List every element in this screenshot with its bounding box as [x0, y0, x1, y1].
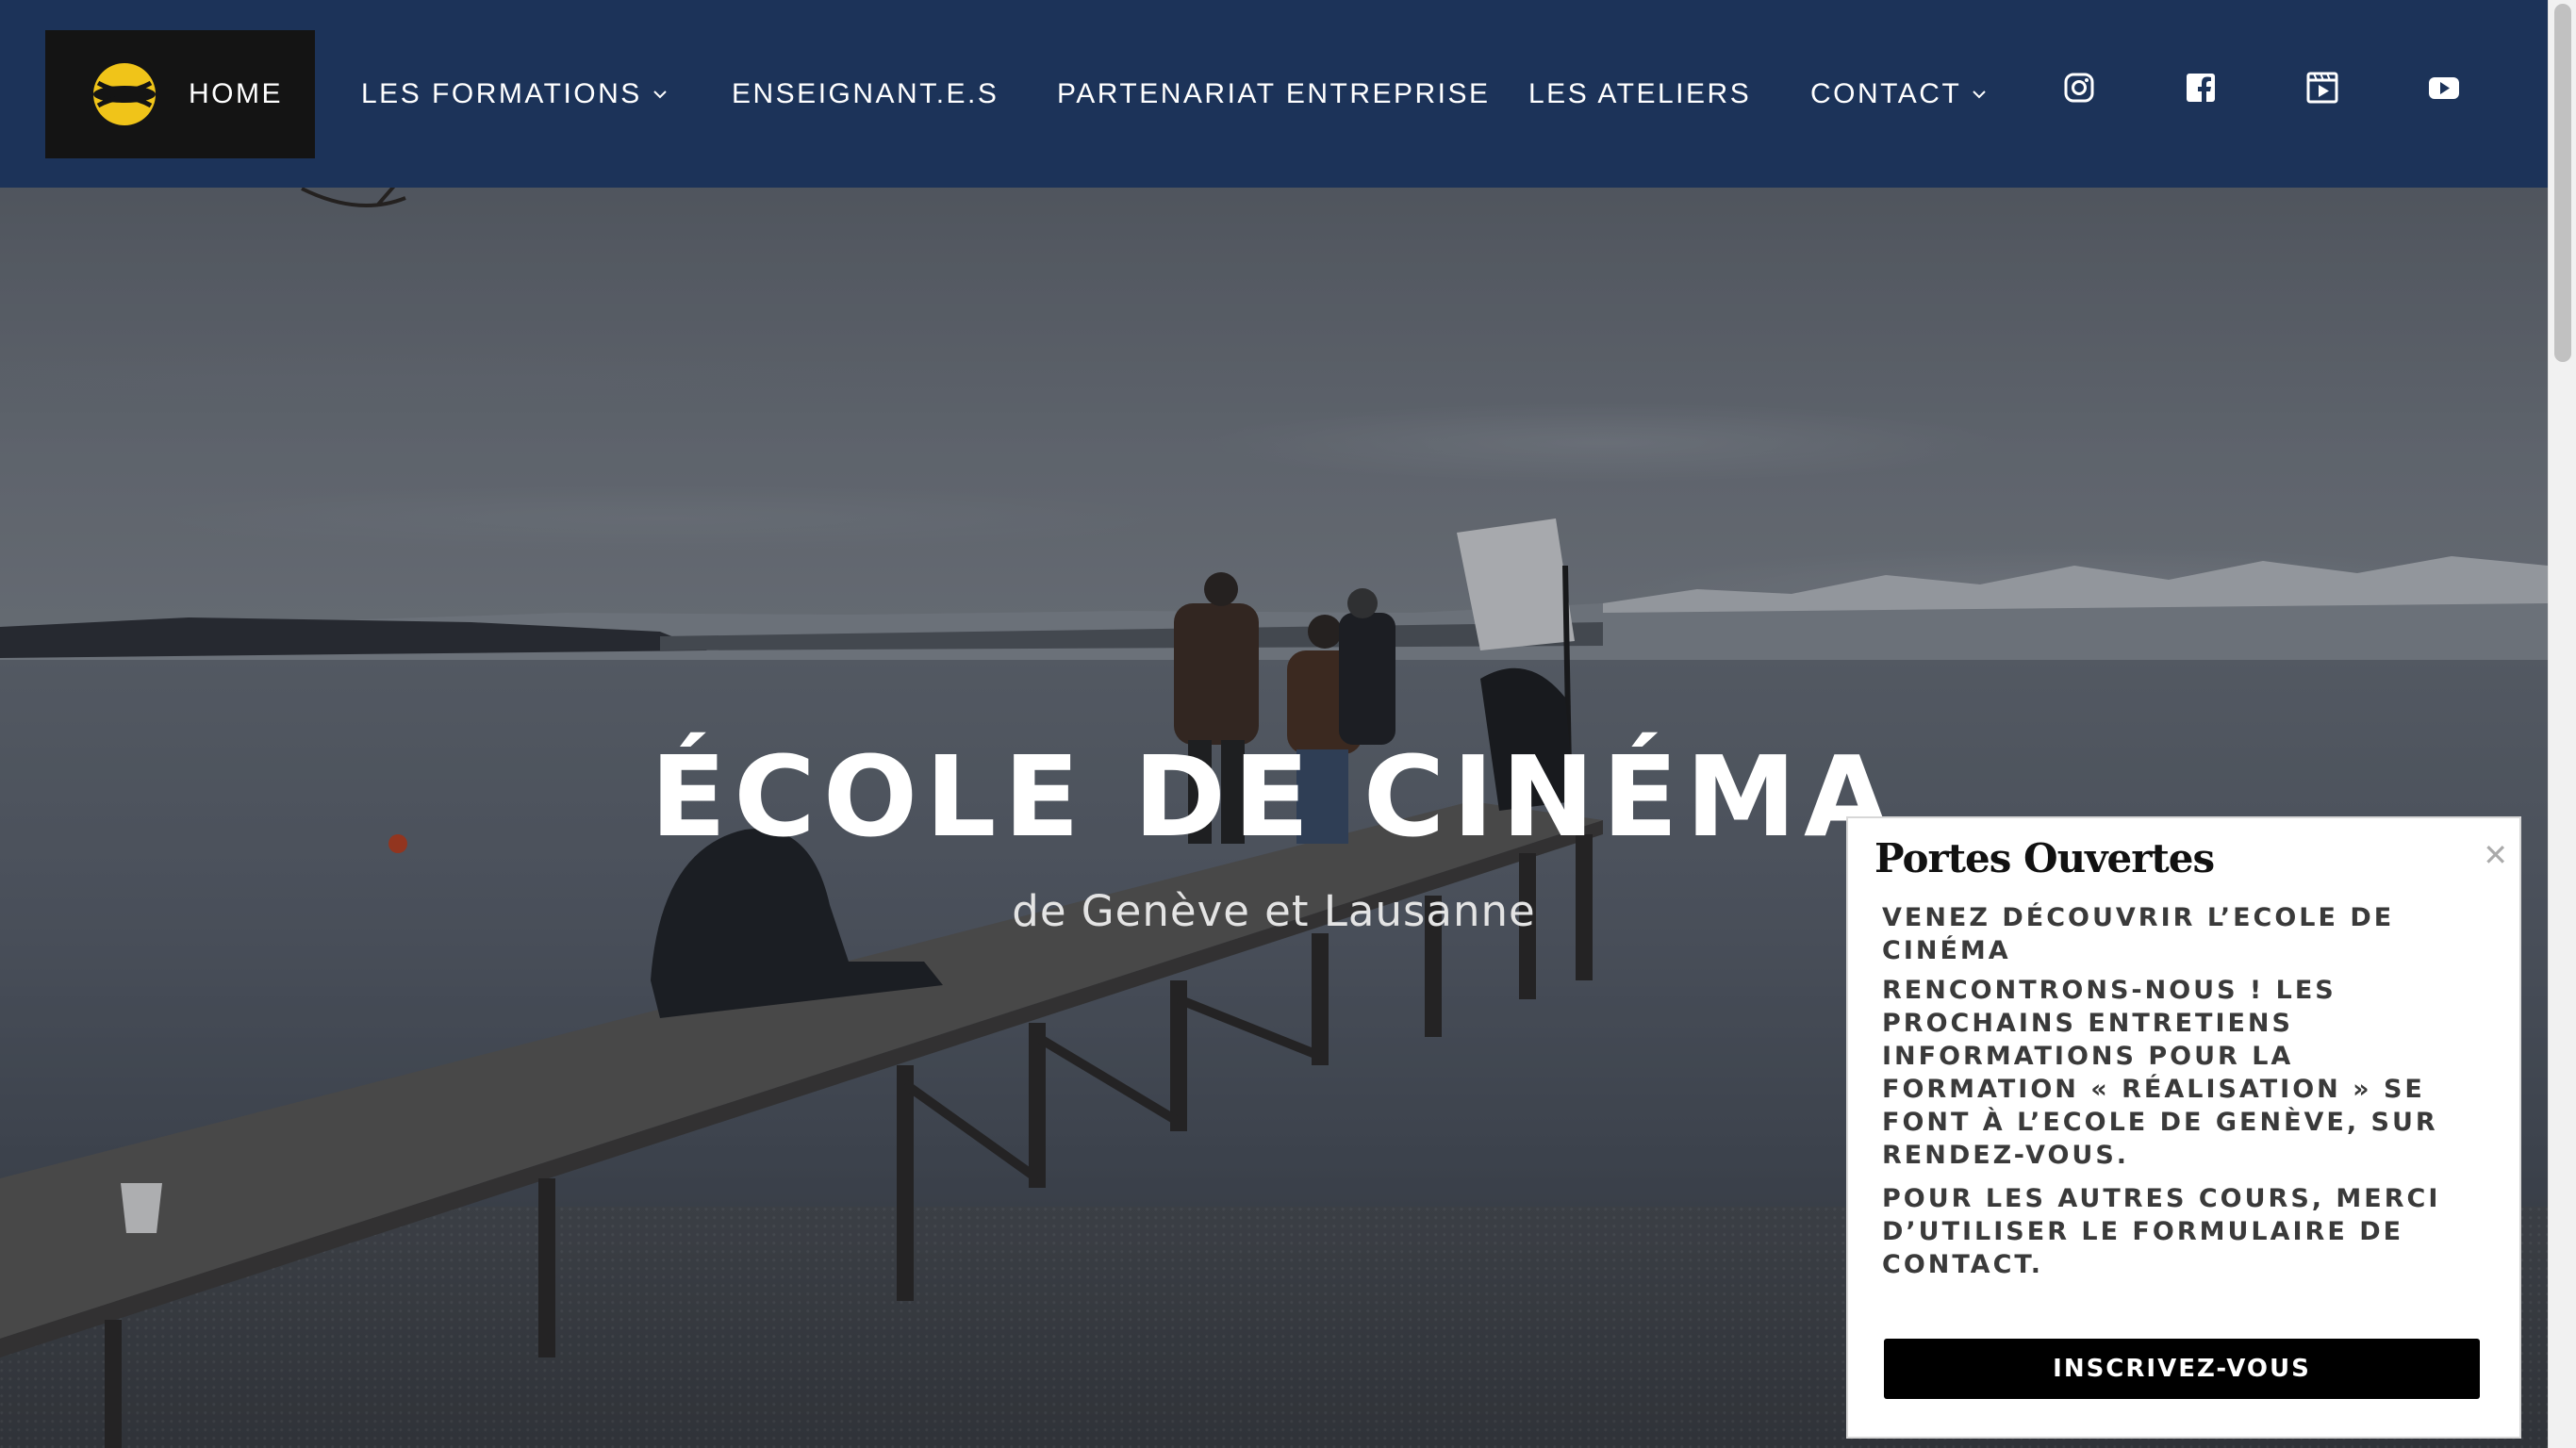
- popup-paragraph: Pour les autres cours, merci d’utiliser …: [1882, 1184, 2441, 1279]
- scrollbar-thumb[interactable]: [2554, 4, 2571, 362]
- popup-paragraph: Rencontrons-nous ! Les prochains entreti…: [1882, 976, 2438, 1170]
- youtube-icon[interactable]: [2428, 72, 2460, 104]
- chevron-down-icon: [653, 90, 667, 98]
- page-scrollbar[interactable]: [2548, 0, 2576, 1448]
- popup-title: Portes Ouvertes: [1874, 835, 2215, 881]
- nav-home[interactable]: HOME: [189, 30, 283, 158]
- facebook-icon[interactable]: [2185, 72, 2217, 104]
- nav-les-formations[interactable]: LES FORMATIONS: [361, 0, 669, 188]
- popup-paragraph: Venez découvrir l’Ecole de Cinéma: [1882, 903, 2395, 965]
- close-icon[interactable]: ✕: [2483, 837, 2508, 873]
- top-navbar: HOME LES FORMATIONS ENSEIGNANT.E.S PARTE…: [0, 0, 2548, 188]
- chevron-down-icon: [1973, 90, 1986, 98]
- yellow-circle-logo-icon[interactable]: [91, 60, 158, 128]
- nav-contact-label: CONTACT: [1810, 77, 1962, 109]
- nav-enseignants[interactable]: ENSEIGNANT.E.S: [732, 0, 999, 188]
- inscrivez-vous-button[interactable]: INSCRIVEZ-VOUS: [1884, 1339, 2480, 1399]
- portes-ouvertes-popup: Portes Ouvertes ✕ Venez découvrir l’Ecol…: [1846, 816, 2521, 1439]
- brand-block[interactable]: HOME: [45, 30, 315, 158]
- nav-les-ateliers[interactable]: LES ATELIERS: [1528, 0, 1751, 188]
- instagram-icon[interactable]: [2063, 72, 2095, 104]
- nav-contact[interactable]: CONTACT: [1810, 0, 1988, 188]
- nav-partenariat-entreprise[interactable]: PARTENARIAT ENTREPRISE: [1057, 0, 1491, 188]
- vimeo-play-icon[interactable]: [2306, 72, 2338, 104]
- nav-les-formations-label: LES FORMATIONS: [361, 77, 642, 109]
